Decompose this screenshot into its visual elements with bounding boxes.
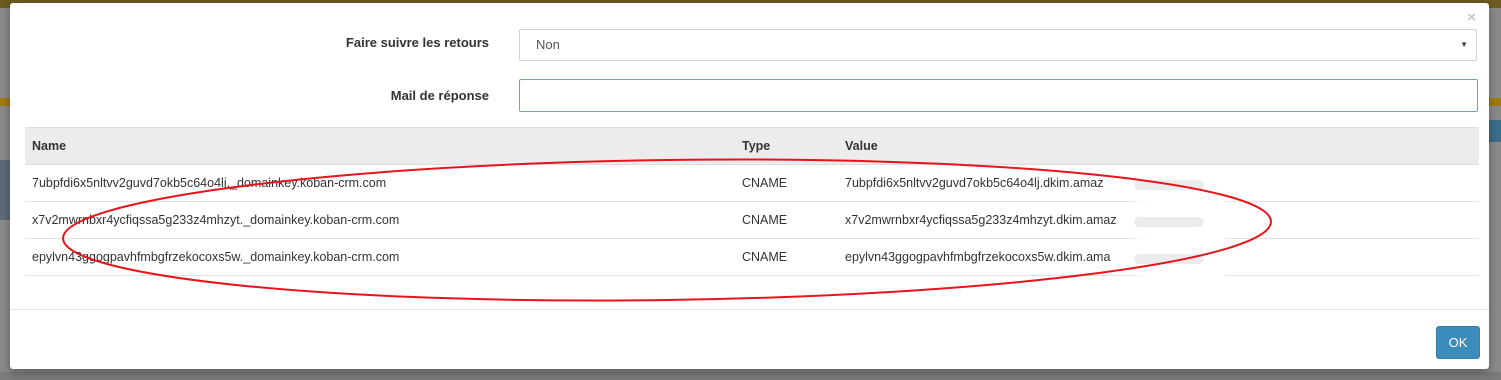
- table-row: 7ubpfdi6x5nltvv2guvd7okb5c64o4lj._domain…: [25, 164, 1479, 202]
- dns-records-table: Name Type Value 7ubpfdi6x5nltvv2guvd7okb…: [25, 127, 1479, 276]
- close-icon[interactable]: ×: [1467, 8, 1476, 28]
- dns-settings-modal: × Faire suivre les retours Non ▼ Mail de…: [10, 3, 1489, 369]
- redaction-blur: [1128, 165, 1225, 277]
- column-header-value: Value: [838, 127, 1479, 165]
- follow-returns-label: Faire suivre les retours: [345, 35, 489, 50]
- background-app-footer: [0, 372, 1501, 380]
- background-accent-left: [0, 98, 10, 106]
- table-row: epylvn43ggogpavhfmbgfrzekocoxs5w._domain…: [25, 238, 1479, 276]
- record-name-cell: epylvn43ggogpavhfmbgfrzekocoxs5w._domain…: [25, 238, 735, 276]
- column-header-type: Type: [735, 127, 838, 165]
- record-name-cell: x7v2mwrnbxr4ycfiqssa5g233z4mhzyt._domain…: [25, 201, 735, 239]
- reply-mail-label: Mail de réponse: [390, 88, 489, 103]
- ok-button[interactable]: OK: [1436, 326, 1480, 359]
- follow-returns-selected-value: Non: [536, 37, 560, 52]
- follow-returns-row: Faire suivre les retours Non ▼: [10, 29, 1489, 63]
- reply-mail-row: Mail de réponse: [10, 79, 1489, 113]
- table-header-row: Name Type Value: [25, 127, 1479, 165]
- record-name-cell: 7ubpfdi6x5nltvv2guvd7okb5c64o4lj._domain…: [25, 164, 735, 202]
- background-accent-right: [1487, 98, 1501, 106]
- record-type-cell: CNAME: [735, 201, 838, 239]
- record-type-cell: CNAME: [735, 164, 838, 202]
- column-header-name: Name: [25, 127, 735, 165]
- background-left-panel: [0, 160, 10, 220]
- caret-down-icon: ▼: [1460, 40, 1468, 49]
- follow-returns-select[interactable]: Non ▼: [519, 29, 1477, 61]
- background-right-button: [1487, 120, 1501, 142]
- modal-footer-divider: [10, 309, 1489, 310]
- table-row: x7v2mwrnbxr4ycfiqssa5g233z4mhzyt._domain…: [25, 201, 1479, 239]
- record-type-cell: CNAME: [735, 238, 838, 276]
- reply-mail-input[interactable]: [519, 79, 1478, 112]
